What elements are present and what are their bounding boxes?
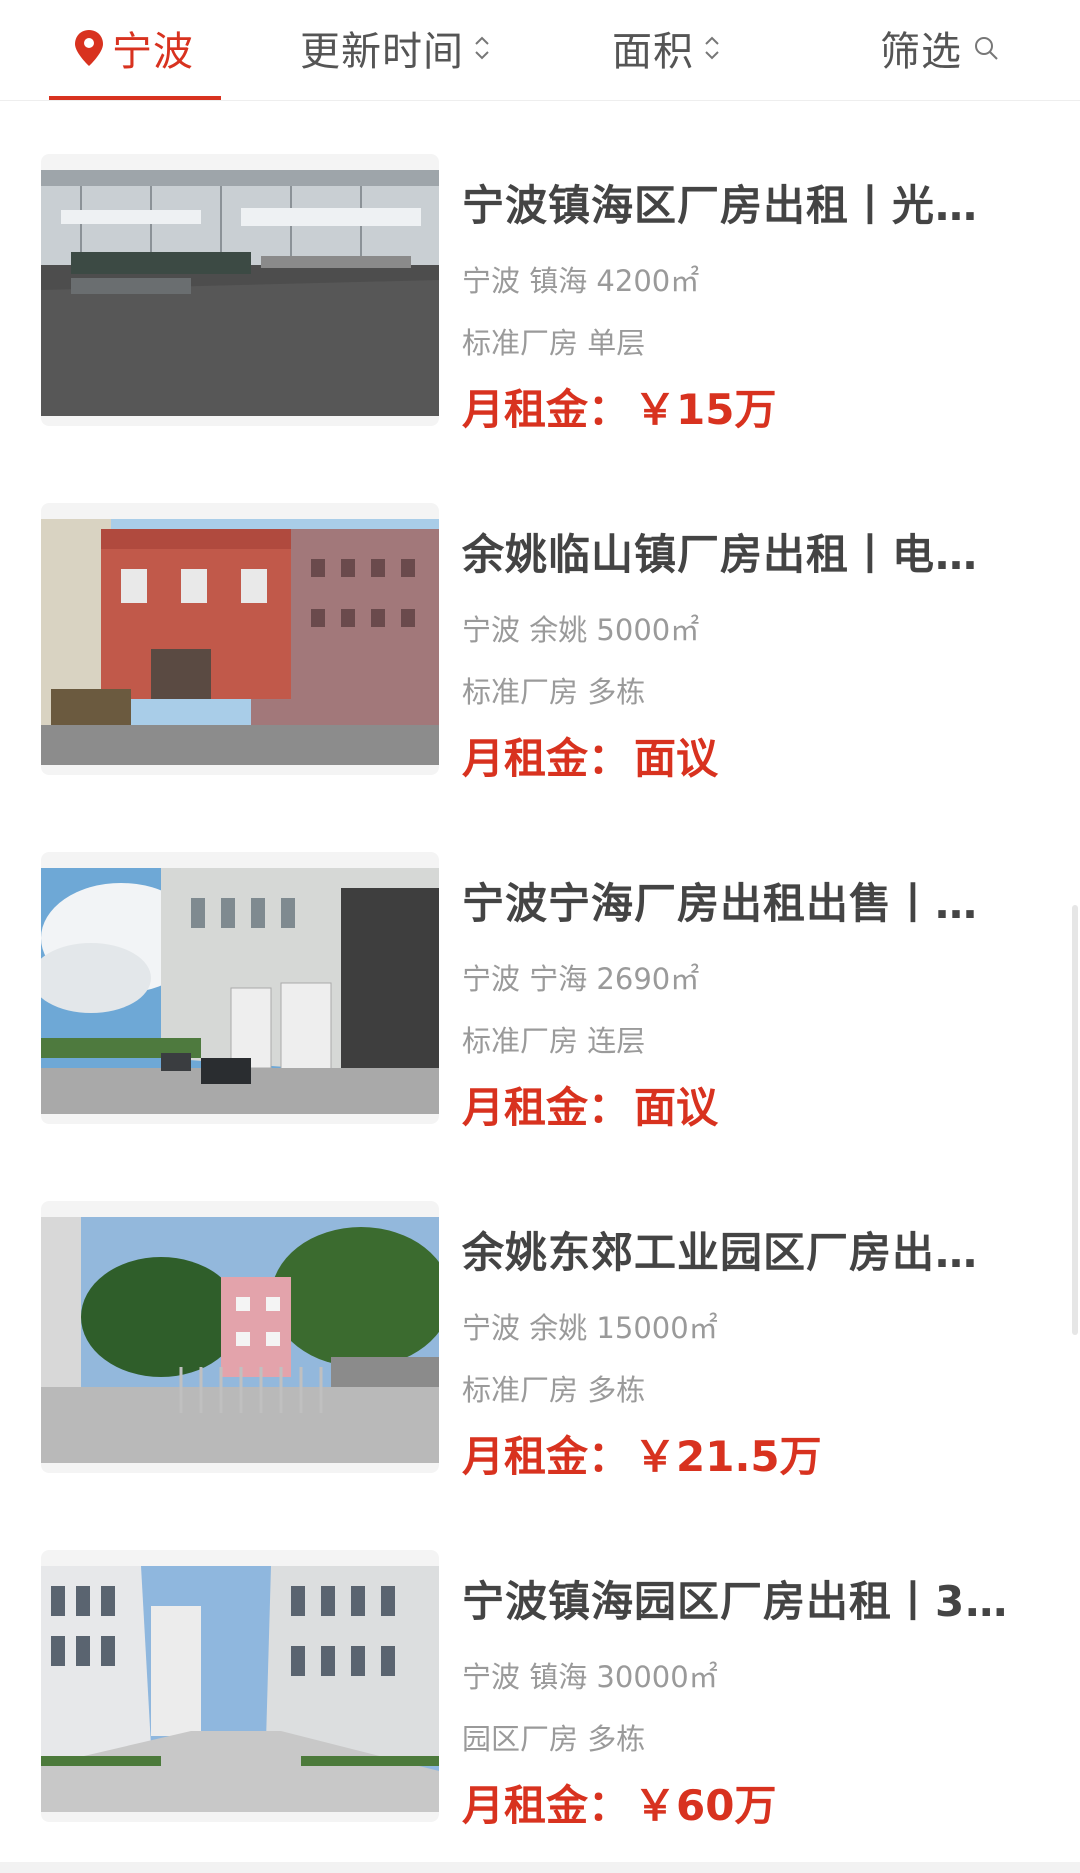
price-value: ￥21.5万	[634, 1432, 822, 1481]
tab-area[interactable]: 面积	[612, 0, 722, 96]
listing-location-area: 宁波 余姚 15000㎡	[462, 1311, 718, 1345]
tab-location-label: 宁波	[112, 29, 194, 75]
listing-title[interactable]: 宁波宁海厂房出租出售丨…	[462, 870, 1022, 931]
filter-tab-bar: 宁波 更新时间 面积 筛选	[0, 0, 1080, 101]
listing-image-gate-pink-building	[41, 1217, 439, 1463]
tab-filter[interactable]: 筛选	[880, 0, 1000, 96]
list-bottom-divider	[0, 1862, 1080, 1873]
sort-chevron-icon	[475, 36, 489, 60]
tab-area-label: 面积	[612, 29, 694, 75]
listing-type: 标准厂房 单层	[462, 326, 646, 360]
price-label: 月租金：	[462, 1781, 631, 1830]
price-value: ￥60万	[634, 1781, 777, 1830]
tab-update-time[interactable]: 更新时间	[300, 0, 492, 96]
listing-location-area: 宁波 镇海 30000㎡	[462, 1660, 718, 1694]
tab-filter-label: 筛选	[880, 29, 962, 75]
listing-thumbnail-frame	[41, 852, 439, 1124]
price-label: 月租金：	[462, 1083, 631, 1132]
listing-thumbnail-frame	[41, 503, 439, 775]
tab-location[interactable]: 宁波	[72, 0, 194, 96]
listing-type: 园区厂房 多栋	[462, 1722, 646, 1756]
listing-location-area: 宁波 余姚 5000㎡	[462, 613, 700, 647]
listing-title[interactable]: 余姚东郊工业园区厂房出…	[462, 1219, 1022, 1280]
location-pin-icon	[75, 30, 103, 66]
listing-card[interactable]: 余姚东郊工业园区厂房出… 宁波 余姚 15000㎡ 标准厂房 多栋 月租金：￥2…	[0, 1201, 1080, 1491]
listing-card[interactable]: 余姚临山镇厂房出租丨电… 宁波 余姚 5000㎡ 标准厂房 多栋 月租金：面议	[0, 503, 1080, 793]
price-label: 月租金：	[462, 1432, 631, 1481]
price-label: 月租金：	[462, 734, 631, 783]
listing-thumbnail-frame	[41, 1550, 439, 1822]
listing-location-area: 宁波 宁海 2690㎡	[462, 962, 700, 996]
search-icon	[975, 37, 998, 60]
listing-price: 月租金：面议	[462, 725, 718, 786]
price-value: ￥15万	[634, 385, 777, 434]
listing-price: 月租金：￥60万	[462, 1772, 776, 1833]
listing-image-red-brick-building	[41, 519, 439, 765]
listing-type: 标准厂房 多栋	[462, 675, 646, 709]
listing-title[interactable]: 宁波镇海园区厂房出租丨3…	[462, 1568, 1022, 1629]
listing-type: 标准厂房 多栋	[462, 1373, 646, 1407]
listing-thumbnail-frame	[41, 154, 439, 426]
scrollbar[interactable]	[1072, 905, 1078, 1335]
listing-price: 月租金：￥21.5万	[462, 1423, 822, 1484]
listing-card[interactable]: 宁波宁海厂房出租出售丨… 宁波 宁海 2690㎡ 标准厂房 连层 月租金：面议	[0, 852, 1080, 1142]
listing-price: 月租金：￥15万	[462, 376, 776, 437]
sort-chevron-icon	[705, 36, 719, 60]
listing-image-factory-street-sky	[41, 868, 439, 1114]
listing-image-warehouse-interior	[41, 170, 439, 416]
price-value: 面议	[634, 1083, 719, 1132]
listing-title[interactable]: 宁波镇海区厂房出租丨光…	[462, 172, 1022, 233]
listing-price: 月租金：面议	[462, 1074, 718, 1135]
active-tab-indicator	[49, 96, 221, 100]
listing-card[interactable]: 宁波镇海区厂房出租丨光… 宁波 镇海 4200㎡ 标准厂房 单层 月租金：￥15…	[0, 154, 1080, 444]
price-label: 月租金：	[462, 385, 631, 434]
listing-card[interactable]: 宁波镇海园区厂房出租丨3… 宁波 镇海 30000㎡ 园区厂房 多栋 月租金：￥…	[0, 1550, 1080, 1840]
listing-location-area: 宁波 镇海 4200㎡	[462, 264, 700, 298]
listing-title[interactable]: 余姚临山镇厂房出租丨电…	[462, 521, 1022, 582]
tab-update-time-label: 更新时间	[300, 29, 464, 75]
listing-image-industrial-park-road	[41, 1566, 439, 1812]
listing-thumbnail-frame	[41, 1201, 439, 1473]
listing-type: 标准厂房 连层	[462, 1024, 646, 1058]
price-value: 面议	[634, 734, 719, 783]
